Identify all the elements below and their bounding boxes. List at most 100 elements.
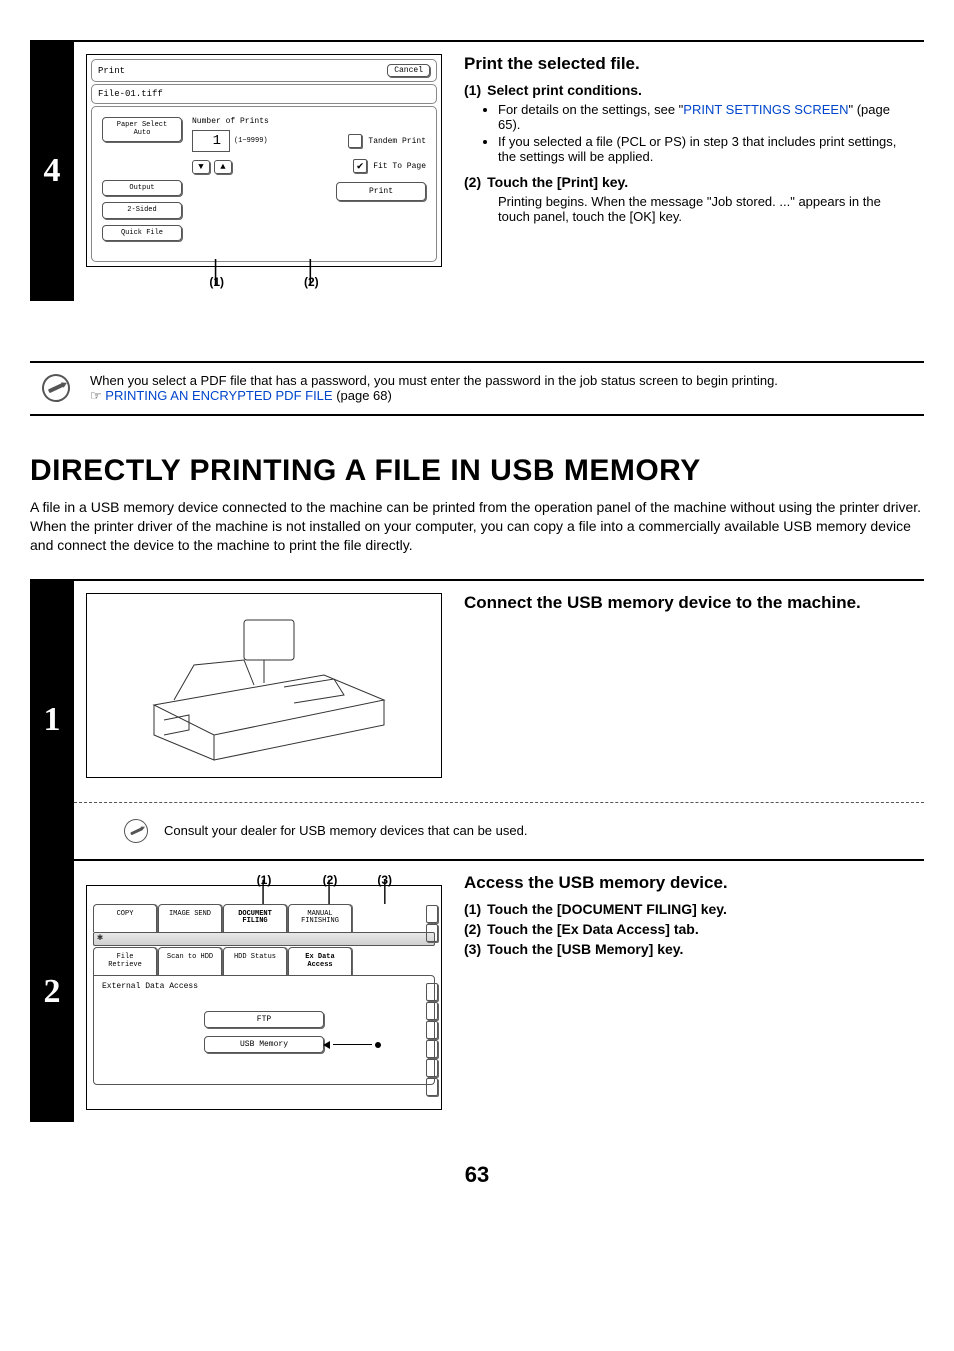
callout-s2-1: (1)│	[232, 873, 296, 897]
print-settings-screen-link[interactable]: PRINT SETTINGS SCREEN	[683, 102, 848, 117]
printer-svg	[134, 605, 394, 765]
step-1-consult: Consult your dealer for USB memory devic…	[74, 813, 924, 849]
note-line1: When you select a PDF file that has a pa…	[90, 373, 778, 388]
step4-b2: If you selected a file (PCL or PS) in st…	[498, 134, 914, 164]
fit-to-page-checkbox[interactable]: ✔	[353, 159, 367, 173]
s2-t2: Touch the [Ex Data Access] tab.	[487, 921, 699, 937]
side-seg-1[interactable]	[426, 905, 438, 923]
step-2-heading: Access the USB memory device.	[464, 873, 914, 893]
cancel-button[interactable]: Cancel	[387, 64, 430, 77]
step4-b1a: For details on the settings, see "	[498, 102, 683, 117]
paper-select-auto: Auto	[134, 129, 151, 137]
step-2-text: Access the USB memory device. (1) Touch t…	[454, 861, 924, 1123]
step4-callouts: │(1) │(2)	[86, 269, 442, 289]
tab-scan-to-hdd[interactable]: Scan to HDD	[158, 947, 222, 975]
step-number-1: 1	[30, 581, 74, 859]
count-up-button[interactable]: ▲	[214, 160, 232, 174]
tab-file-retrieve[interactable]: File Retrieve	[93, 947, 157, 975]
s2-t3: Touch the [USB Memory] key.	[487, 941, 683, 957]
side-seg-5[interactable]	[426, 1021, 438, 1039]
print-button[interactable]: Print	[336, 182, 426, 201]
step-1-row: 1	[30, 579, 924, 859]
side-seg-6[interactable]	[426, 1040, 438, 1058]
print-panel-filename: File-01.tiff	[91, 84, 437, 104]
paper-select-label: Paper Select	[117, 121, 167, 129]
callout-1: │(1)	[209, 269, 224, 289]
step-4-text: Print the selected file. (1) Select prin…	[454, 42, 924, 301]
tab-copy[interactable]: COPY	[93, 904, 157, 932]
section-heading: DIRECTLY PRINTING A FILE IN USB MEMORY	[30, 454, 924, 488]
fit-to-page-label: Fit To Page	[373, 162, 426, 171]
print-panel-body: Paper Select Auto Output 2-Sided Quick F…	[91, 106, 437, 262]
status-strip	[93, 932, 435, 946]
step-2-illustration: (1)│ (2)│ (3)│ COPY IMAGE SEND DOCUMENTF…	[74, 861, 454, 1123]
quick-file-button[interactable]: Quick File	[102, 225, 182, 241]
top-tabs: COPY IMAGE SEND DOCUMENTFILING MANUALFIN…	[91, 904, 437, 932]
step-4-row: 4 Print Cancel File-01.tiff Paper Select…	[30, 40, 924, 301]
s2-t1: Touch the [DOCUMENT FILING] key.	[487, 901, 727, 917]
side-seg-2[interactable]	[426, 924, 438, 942]
note-icon	[37, 370, 74, 407]
step4-sub1-num: (1)	[464, 82, 481, 98]
print-panel-left-col: Paper Select Auto Output 2-Sided Quick F…	[102, 117, 182, 241]
step-number-4: 4	[30, 42, 74, 301]
usb-memory-button[interactable]: USB Memory	[204, 1036, 324, 1053]
side-seg-7[interactable]	[426, 1059, 438, 1077]
side-seg-8[interactable]	[426, 1078, 438, 1096]
print-panel-right-col: Number of Prints 1 (1~9999) Tandem Print…	[182, 117, 426, 241]
encrypted-pdf-link[interactable]: PRINTING AN ENCRYPTED PDF FILE	[105, 388, 332, 403]
side-seg-4[interactable]	[426, 1002, 438, 1020]
step-1-heading: Connect the USB memory device to the mac…	[464, 593, 914, 613]
tab-image-send[interactable]: IMAGE SEND	[158, 904, 222, 932]
step-4-heading: Print the selected file.	[464, 54, 914, 74]
print-panel: Print Cancel File-01.tiff Paper Select A…	[86, 54, 442, 267]
section-intro: A file in a USB memory device connected …	[30, 498, 924, 555]
encrypted-pdf-note: When you select a PDF file that has a pa…	[30, 361, 924, 416]
tandem-print-label: Tandem Print	[368, 137, 426, 146]
output-button[interactable]: Output	[102, 180, 182, 196]
two-sided-button[interactable]: 2-Sided	[102, 202, 182, 218]
tab-manual-finishing[interactable]: MANUALFINISHING	[288, 904, 352, 932]
print-count: 1	[192, 130, 230, 152]
num-prints-label: Number of Prints	[192, 117, 426, 126]
callout-3-arrow	[323, 1041, 381, 1049]
panel-body: External Data Access FTP USB Memory	[93, 975, 435, 1085]
count-down-button[interactable]: ▼	[192, 160, 210, 174]
usb-memory-label: USB Memory	[240, 1040, 288, 1049]
external-data-access-label: External Data Access	[102, 982, 426, 991]
touch-panel: COPY IMAGE SEND DOCUMENTFILING MANUALFIN…	[86, 885, 442, 1111]
dashed-separator	[74, 802, 924, 803]
tandem-print-checkbox[interactable]	[348, 134, 362, 148]
note-tail: (page 68)	[333, 388, 392, 403]
step-4-illustration: Print Cancel File-01.tiff Paper Select A…	[74, 42, 454, 301]
step4-sub1-title: Select print conditions.	[487, 82, 642, 98]
print-count-range: (1~9999)	[234, 137, 268, 145]
page-number: 63	[30, 1162, 924, 1188]
consult-text: Consult your dealer for USB memory devic…	[164, 823, 527, 838]
step-number-2: 2	[30, 861, 74, 1123]
s2-n3: (3)	[464, 941, 481, 957]
callout-s2-2: (2)│	[298, 873, 362, 897]
s2-n2: (2)	[464, 921, 481, 937]
step4-sub2-num: (2)	[464, 174, 481, 190]
step4-sub1-bullets: For details on the settings, see "PRINT …	[498, 102, 914, 164]
ftp-button[interactable]: FTP	[204, 1011, 324, 1028]
note-text: When you select a PDF file that has a pa…	[90, 373, 778, 404]
callout-2: │(2)	[304, 269, 319, 289]
side-strip	[426, 905, 438, 1107]
step-1-text: Connect the USB memory device to the mac…	[454, 581, 924, 790]
pointer-icon: ☞	[90, 388, 102, 403]
callout-s2-3: (3)│	[364, 873, 392, 897]
step4-sub2-body: Printing begins. When the message "Job s…	[498, 194, 914, 224]
tab-hdd-status[interactable]: HDD Status	[223, 947, 287, 975]
note-icon-small	[120, 815, 152, 847]
tab-document-filing[interactable]: DOCUMENTFILING	[223, 904, 287, 932]
side-seg-3[interactable]	[426, 983, 438, 1001]
print-panel-title: Print	[98, 66, 125, 76]
mid-tabs: File Retrieve Scan to HDD HDD Status Ex …	[91, 947, 437, 975]
s2-n1: (1)	[464, 901, 481, 917]
machine-illustration	[86, 593, 442, 778]
paper-select-button[interactable]: Paper Select Auto	[102, 117, 182, 142]
step-2-row: 2 (1)│ (2)│ (3)│ COPY IMAGE SEND DOCUMEN…	[30, 859, 924, 1123]
tab-ex-data-access[interactable]: Ex Data Access	[288, 947, 352, 975]
